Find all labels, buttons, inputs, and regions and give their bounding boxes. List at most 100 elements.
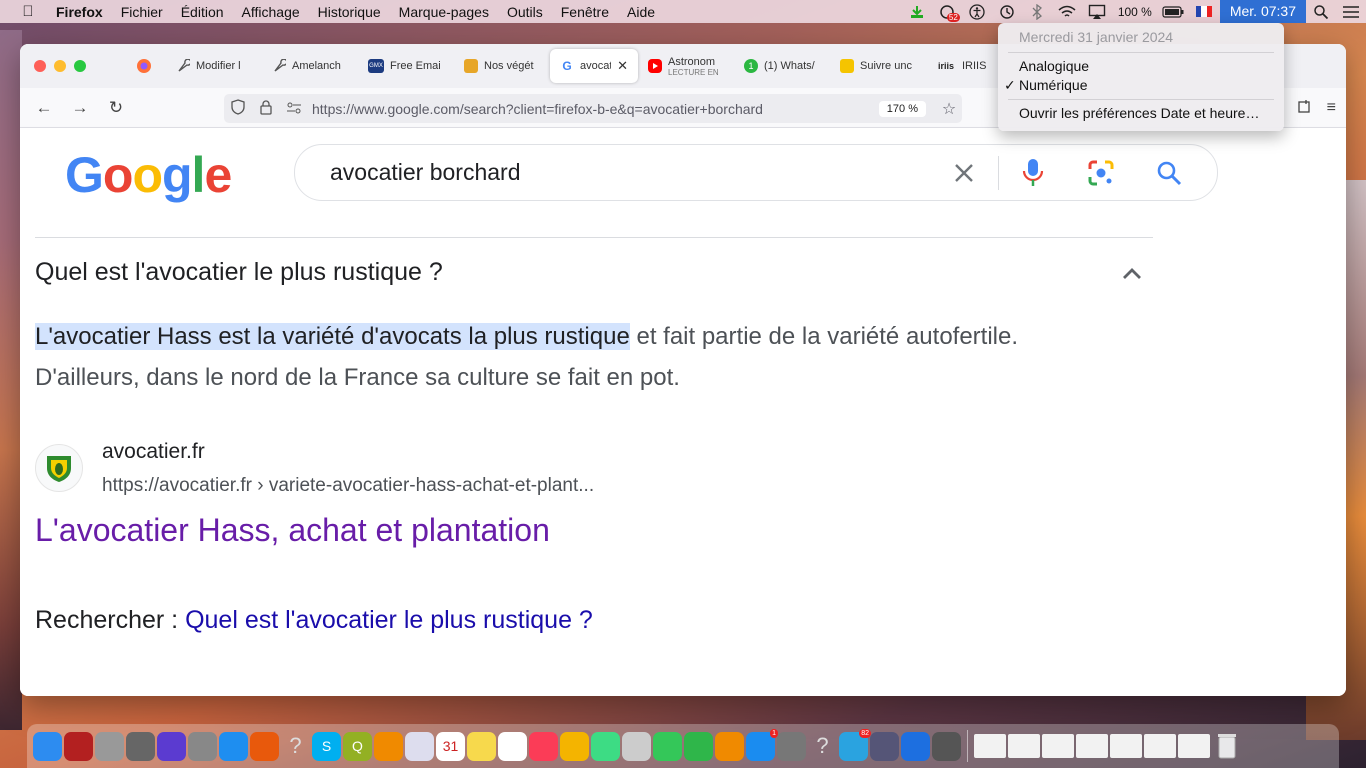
source-site-name[interactable]: avocatier.fr: [102, 440, 205, 464]
notes-icon[interactable]: [467, 731, 496, 761]
back-arrow-icon[interactable]: ←: [26, 88, 62, 128]
zoom-level-button[interactable]: 170 %: [878, 100, 926, 117]
trash-icon[interactable]: [1212, 732, 1241, 761]
finder-icon[interactable]: [33, 731, 62, 761]
source-breadcrumb-url[interactable]: https://avocatier.fr › variete-avocatier…: [102, 475, 594, 497]
tab-astronomie[interactable]: Astronom LECTURE EN: [638, 49, 734, 83]
wifi-icon[interactable]: [1052, 0, 1082, 23]
firefox-view-button[interactable]: [130, 49, 166, 83]
minimize-window-button[interactable]: [54, 60, 66, 72]
clear-search-icon[interactable]: [930, 144, 998, 201]
menu-item-digital[interactable]: ✓ Numérique: [998, 76, 1284, 95]
system-preferences-icon[interactable]: [777, 731, 806, 761]
app-store-icon[interactable]: 1: [746, 728, 778, 761]
spotlight-icon[interactable]: [1306, 0, 1336, 23]
minimized-window-thumbnail[interactable]: [1042, 734, 1074, 758]
firefox-icon[interactable]: [250, 731, 279, 761]
tab-nos-vegetaux[interactable]: Nos végét: [454, 49, 550, 83]
photos-icon[interactable]: [560, 731, 589, 761]
forward-arrow-icon[interactable]: →: [62, 88, 98, 128]
tab-whatsapp[interactable]: 1 (1) Whats/: [734, 49, 830, 83]
preview-icon[interactable]: [622, 731, 651, 761]
shield-icon[interactable]: [224, 99, 252, 118]
apple-icon[interactable]: : [0, 3, 56, 20]
calendar-icon[interactable]: 31: [436, 731, 465, 761]
minimized-window-thumbnail[interactable]: [1076, 734, 1108, 758]
clock-menu-extra[interactable]: Mer. 07:37: [1219, 0, 1306, 23]
safari-icon[interactable]: [219, 731, 248, 761]
calculator-icon[interactable]: [126, 731, 155, 761]
menu-outils[interactable]: Outils: [498, 4, 552, 20]
close-window-button[interactable]: [34, 60, 46, 72]
app-menu-icon[interactable]: ≡: [1327, 99, 1336, 117]
books-icon[interactable]: [715, 731, 744, 761]
search-box[interactable]: avocatier borchard: [294, 144, 1218, 201]
menu-fichier[interactable]: Fichier: [112, 4, 172, 20]
cyberduck-icon[interactable]: [405, 731, 434, 761]
address-bar[interactable]: https://www.google.com/search?client=fir…: [224, 94, 962, 123]
google-logo[interactable]: Google: [65, 146, 232, 204]
menu-marque-pages[interactable]: Marque-pages: [390, 4, 498, 20]
menu-app-name[interactable]: Firefox: [56, 4, 112, 20]
siri-icon[interactable]: [157, 731, 186, 761]
music-icon[interactable]: [529, 731, 558, 761]
image-capture-icon[interactable]: [870, 731, 899, 761]
menu-affichage[interactable]: Affichage: [233, 4, 309, 20]
messages-icon[interactable]: [653, 731, 682, 761]
site-favicon-icon[interactable]: [35, 444, 83, 492]
control-center-icon[interactable]: [1336, 0, 1366, 23]
qgis-icon[interactable]: Q: [343, 731, 372, 761]
related-search-link[interactable]: Quel est l'avocatier le plus rustique ?: [185, 606, 593, 634]
voice-search-icon[interactable]: [999, 144, 1067, 201]
time-machine-icon[interactable]: [992, 0, 1022, 23]
reminders-icon[interactable]: [498, 731, 527, 761]
chevron-up-icon[interactable]: [1120, 262, 1144, 286]
photo-booth-icon[interactable]: [64, 731, 93, 761]
bluetooth-icon[interactable]: [1022, 0, 1052, 23]
lock-icon[interactable]: [252, 99, 280, 118]
menu-aide[interactable]: Aide: [618, 4, 664, 20]
whatsapp-icon[interactable]: [932, 731, 961, 761]
menu-item-date-time-prefs[interactable]: Ouvrir les préférences Date et heure…: [998, 104, 1284, 123]
related-question-title[interactable]: Quel est l'avocatier le plus rustique ?: [35, 258, 443, 287]
airplay-icon[interactable]: [1082, 0, 1112, 23]
tab-avocatier-active[interactable]: G avocati ✕: [550, 49, 638, 83]
unknown-app-icon[interactable]: ?: [281, 732, 310, 761]
tab-modifier[interactable]: Modifier l: [166, 49, 262, 83]
minimized-window-thumbnail[interactable]: [1110, 734, 1142, 758]
zoom-window-button[interactable]: [74, 60, 86, 72]
bookmark-star-icon[interactable]: ☆: [936, 99, 962, 119]
search-submit-icon[interactable]: [1135, 144, 1203, 201]
reload-icon[interactable]: ↻: [98, 88, 134, 128]
extensions-icon[interactable]: [1297, 98, 1313, 119]
minimized-window-thumbnail[interactable]: [1178, 734, 1210, 758]
download-status-icon[interactable]: [902, 0, 932, 23]
android-icon[interactable]: [591, 731, 620, 761]
menu-fenetre[interactable]: Fenêtre: [552, 4, 618, 20]
permissions-icon[interactable]: [280, 101, 308, 117]
close-tab-icon[interactable]: ✕: [617, 58, 628, 74]
battery-percent[interactable]: 100 %: [1112, 5, 1158, 19]
result-title-link[interactable]: L'avocatier Hass, achat et plantation: [35, 512, 550, 549]
minimized-window-thumbnail[interactable]: [1144, 734, 1176, 758]
teamviewer-icon[interactable]: [901, 731, 930, 761]
facetime-icon[interactable]: [684, 731, 713, 761]
accessibility-icon[interactable]: [962, 0, 992, 23]
minimized-window-thumbnail[interactable]: [974, 734, 1006, 758]
tab-suivre[interactable]: Suivre unc: [830, 49, 926, 83]
minimized-window-thumbnail[interactable]: [1008, 734, 1040, 758]
search-input[interactable]: avocatier borchard: [295, 159, 930, 186]
battery-icon[interactable]: [1158, 0, 1188, 23]
menu-historique[interactable]: Historique: [309, 4, 390, 20]
lens-search-icon[interactable]: [1067, 144, 1135, 201]
tab-free-email[interactable]: GMX Free Emai: [358, 49, 454, 83]
disk-utility-icon[interactable]: [95, 731, 124, 761]
skype-icon[interactable]: S: [312, 731, 341, 761]
telegram-icon[interactable]: 82: [839, 728, 871, 761]
vlc-icon[interactable]: [374, 731, 403, 761]
input-source-flag-icon[interactable]: [1195, 6, 1212, 17]
menu-edition[interactable]: Édition: [172, 4, 233, 20]
tab-amelanchier[interactable]: Amelanch: [262, 49, 358, 83]
notification-status-icon[interactable]: 52: [932, 0, 962, 23]
launchpad-icon[interactable]: [188, 731, 217, 761]
